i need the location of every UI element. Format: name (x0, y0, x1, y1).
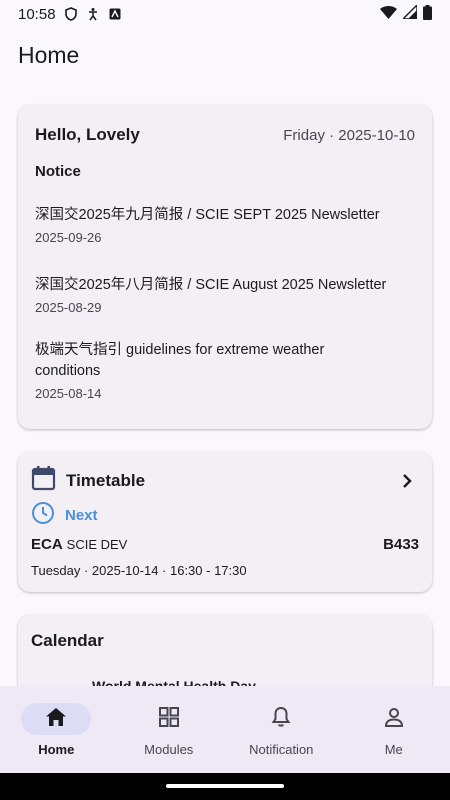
gesture-bar (0, 773, 450, 800)
grid-icon (158, 706, 180, 733)
class-group: SCIE DEV (66, 537, 128, 552)
greeting-card: Hello, Lovely Friday · 2025-10-10 Notice… (18, 105, 432, 429)
status-left: 10:58 (18, 6, 122, 23)
nav-item-notification[interactable]: Notification (225, 686, 338, 773)
nav-item-me[interactable]: Me (338, 686, 450, 773)
battery-icon (423, 4, 432, 24)
gesture-handle[interactable] (166, 784, 284, 788)
app-notification-icon (108, 7, 122, 21)
class-room: B433 (383, 536, 419, 553)
nav-pill (359, 703, 429, 735)
class-row: ECA SCIE DEV B433 (31, 536, 419, 553)
nav-item-home[interactable]: Home (0, 686, 113, 773)
current-date: Friday · 2025-10-10 (283, 127, 415, 144)
wifi-icon (380, 5, 397, 23)
notice-heading: Notice (35, 163, 81, 180)
status-bar: 10:58 (0, 0, 450, 28)
timetable-header: Timetable (31, 465, 419, 496)
timetable-card[interactable]: Timetable Next ECA SCIE DEV B433 Tuesday… (18, 452, 432, 592)
shield-icon (64, 7, 78, 21)
notice-date: 2025-09-26 (35, 230, 102, 245)
greeting-row: Hello, Lovely Friday · 2025-10-10 (35, 125, 415, 145)
next-row: Next (31, 501, 98, 530)
bell-icon (271, 706, 291, 733)
chevron-right-icon[interactable] (395, 469, 419, 493)
nav-label: Modules (144, 742, 194, 757)
nav-pill (134, 703, 204, 735)
notice-date: 2025-08-14 (35, 386, 102, 401)
status-time: 10:58 (18, 5, 56, 23)
status-right (380, 3, 432, 24)
notice-title: 深国交2025年八月简报 / SCIE August 2025 Newslett… (35, 277, 387, 293)
class-code: ECA (31, 536, 63, 553)
nav-label: Notification (249, 742, 314, 757)
nav-pill (246, 703, 316, 735)
timetable-title: Timetable (66, 470, 146, 490)
bottom-navigation: Home Modules Notification Me (0, 686, 450, 773)
calendar-icon (31, 465, 56, 496)
notice-date: 2025-08-29 (35, 300, 102, 315)
nav-pill (21, 703, 92, 735)
notice-item[interactable]: 深国交2025年九月简报 / SCIE SEPT 2025 Newsletter… (35, 205, 408, 245)
notice-item[interactable]: 极端天气指引 guidelines for extreme weather co… (35, 340, 372, 401)
clock-icon (31, 501, 55, 530)
notice-item[interactable]: 深国交2025年八月简报 / SCIE August 2025 Newslett… (35, 275, 408, 315)
nav-label: Me (384, 742, 403, 757)
notice-title: 极端天气指引 guidelines for extreme weather co… (35, 342, 325, 379)
greeting-text: Hello, Lovely (35, 125, 140, 144)
person-icon (383, 706, 405, 733)
nav-item-modules[interactable]: Modules (113, 686, 226, 773)
signal-icon (401, 3, 418, 23)
next-label: Next (65, 507, 98, 524)
class-time: Tuesday · 2025-10-14 · 16:30 - 17:30 (31, 563, 247, 578)
nav-label: Home (38, 742, 75, 757)
notice-title: 深国交2025年九月简报 / SCIE SEPT 2025 Newsletter (35, 207, 380, 223)
page-title: Home (18, 42, 80, 68)
calendar-title: Calendar (31, 631, 104, 650)
accessibility-icon (86, 7, 100, 21)
home-icon (45, 707, 67, 732)
